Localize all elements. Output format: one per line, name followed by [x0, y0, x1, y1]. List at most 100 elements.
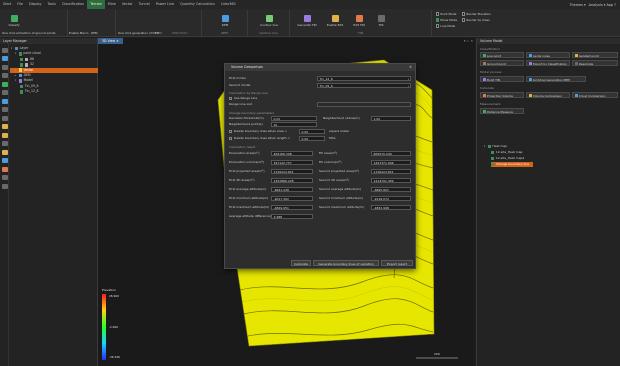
- resample-button[interactable]: Resample: [572, 60, 618, 66]
- layer-checkbox[interactable]: [20, 84, 24, 89]
- menu-display[interactable]: Display: [26, 0, 45, 9]
- export-tool-icon[interactable]: [1, 149, 8, 155]
- projection-volume-button[interactable]: Projection Volume: [480, 92, 524, 98]
- use-range-line-checkbox[interactable]: [229, 96, 233, 101]
- enable-edit-button[interactable]: Enable Edit: [324, 11, 346, 27]
- export-by-class-button[interactable]: Export by Classification: [526, 60, 570, 66]
- menu-terrain[interactable]: Terrain: [87, 0, 105, 9]
- zoom-tool-icon[interactable]: [1, 90, 8, 95]
- delete-length-checkbox[interactable]: [229, 136, 233, 141]
- change-boundary-checkbox[interactable]: [491, 162, 495, 167]
- menu-lidar360[interactable]: Lidar360: [218, 0, 239, 9]
- generate-boundary-button[interactable]: Generate boundary lines of variation: [313, 260, 379, 266]
- folder-tool-icon[interactable]: [1, 124, 8, 129]
- heat-map-item-1[interactable]: 12-site_Heat map: [491, 150, 522, 155]
- camera-tool-icon[interactable]: [1, 141, 8, 146]
- ground-point-button[interactable]: Ground point: [480, 60, 524, 66]
- first-model-select[interactable]: Tin_12_8 ▾: [317, 76, 411, 81]
- layer-checkbox[interactable]: [20, 90, 24, 94]
- enable-macro-button[interactable]: Enable Macro: [69, 31, 89, 35]
- menu-file[interactable]: File: [14, 0, 26, 9]
- delete-area-toggle[interactable]: Delete boundary lines when area <: [229, 129, 287, 134]
- dialog-title-bar[interactable]: Volume Comparison ✕: [225, 64, 415, 71]
- expand-icon[interactable]: ▾: [10, 46, 13, 51]
- help-menu[interactable]: Analysis ▾ App ?: [589, 3, 616, 7]
- delete-length-input[interactable]: 0.00: [299, 136, 325, 141]
- second-model-select[interactable]: Tin_09_6 ▾: [317, 83, 411, 88]
- distance-measure-button[interactable]: Distance Measure: [480, 108, 524, 114]
- line-mode-checkbox[interactable]: [436, 24, 440, 28]
- clip-tool-icon[interactable]: [1, 107, 8, 112]
- layer-checkbox[interactable]: [18, 52, 22, 56]
- layer-tool-icon[interactable]: [1, 132, 8, 138]
- delete-length-toggle[interactable]: Delete boundary lines when length <: [229, 136, 290, 141]
- expand-icon[interactable]: ▾: [14, 78, 17, 83]
- isolated-point-button[interactable]: Isolated point: [572, 52, 618, 58]
- 3d-viewport[interactable]: 3D View × ▾ ▭ ✕ 200 Elevation 28.960 -2.…: [98, 38, 475, 366]
- classify-button[interactable]: Classify: [3, 11, 25, 27]
- profile-tool-icon[interactable]: [1, 81, 8, 87]
- plane-mode-checkbox[interactable]: [436, 18, 440, 22]
- render-by-class-checkbox[interactable]: [462, 18, 466, 22]
- edit-tin-button[interactable]: Edit TIN: [348, 11, 370, 27]
- menu-quantity[interactable]: Quantity Calculation: [177, 0, 218, 9]
- close-icon[interactable]: ✕: [409, 64, 412, 71]
- menu-start[interactable]: Start: [0, 0, 14, 9]
- expand-icon[interactable]: ▾: [483, 144, 486, 149]
- gridding-dem-button[interactable]: Gridding Generation DEM: [526, 76, 586, 82]
- menu-power-line[interactable]: Power Line: [153, 0, 177, 9]
- heat-map-item-checkbox[interactable]: [491, 150, 495, 155]
- generate-tin-button[interactable]: Generate TIN: [296, 11, 318, 27]
- range-line-list-field[interactable]: [317, 102, 411, 107]
- point-mode-checkbox[interactable]: [436, 12, 440, 16]
- dem-button[interactable]: DEM: [91, 31, 98, 35]
- section-tool-icon[interactable]: [1, 166, 8, 172]
- settings-tool-icon[interactable]: [1, 183, 8, 189]
- deviation-input[interactable]: 0.02: [271, 116, 317, 121]
- line-mode-toggle[interactable]: Line Mode: [436, 24, 455, 28]
- tree-item-tin-12-8[interactable]: Tin_12_8: [10, 89, 98, 94]
- delete-area-input[interactable]: 0.00: [299, 129, 325, 134]
- heat-map-tree-root[interactable]: ▾ Heat map: [483, 144, 507, 149]
- heat-map-item-2[interactable]: 12-site_Heat map2: [491, 156, 524, 161]
- select-tool-icon[interactable]: [1, 47, 8, 53]
- plane-mode-toggle[interactable]: Plane Mode: [436, 18, 457, 22]
- render-by-class-toggle[interactable]: Render by Class: [462, 18, 490, 22]
- render-elevation-checkbox[interactable]: [462, 12, 466, 16]
- measure-tool-icon[interactable]: [1, 56, 8, 61]
- view-tool-icon[interactable]: [1, 115, 8, 121]
- aerial-noise-button[interactable]: Aerial noise: [526, 52, 570, 58]
- export-report-button[interactable]: Export report: [381, 260, 413, 266]
- heat-map-item-checkbox[interactable]: [491, 156, 495, 161]
- menu-classification[interactable]: Classification: [59, 0, 87, 9]
- change-boundary-line-item[interactable]: Change boundary line: [491, 162, 533, 167]
- calculate-button[interactable]: Calculate: [291, 260, 311, 266]
- point-mode-toggle[interactable]: Point Mode: [436, 12, 456, 16]
- render-elevation-toggle[interactable]: Render Elevation: [462, 12, 491, 16]
- expand-icon[interactable]: ▾: [14, 51, 17, 56]
- neighborhood-radius-input[interactable]: 1.00: [371, 116, 411, 121]
- themes-menu[interactable]: Themes ▾: [569, 3, 585, 7]
- menu-mine[interactable]: Mine: [105, 0, 119, 9]
- menu-vector[interactable]: Vector: [119, 0, 136, 9]
- one-click-ground-button[interactable]: One click extraction of ground points: [2, 31, 56, 35]
- dem2-button[interactable]: DEM: [214, 11, 236, 27]
- contour-button[interactable]: Contour line: [258, 11, 280, 27]
- delete-area-checkbox[interactable]: [229, 129, 233, 134]
- build-tin-button[interactable]: Build TIN: [480, 76, 524, 82]
- tin-button[interactable]: TIN: [370, 11, 392, 27]
- grid-tool-icon[interactable]: [1, 98, 8, 104]
- menu-tunnel[interactable]: Tunnel: [136, 0, 153, 9]
- layer-checkbox[interactable]: [20, 57, 24, 62]
- cloud-comparison-button[interactable]: Cloud Comparison: [572, 92, 618, 98]
- rotate-tool-icon[interactable]: [1, 73, 8, 78]
- heat-map-checkbox[interactable]: [487, 144, 491, 149]
- volume-comparison-button[interactable]: Volume Comparison: [526, 92, 570, 98]
- menu-tools[interactable]: Tools: [44, 0, 58, 9]
- pan-tool-icon[interactable]: [1, 64, 8, 70]
- low-point-button[interactable]: Low point: [480, 52, 524, 58]
- box-tool-icon[interactable]: [1, 175, 8, 180]
- use-range-line-toggle[interactable]: Use Range Line: [229, 96, 257, 101]
- layer-checkbox[interactable]: [20, 63, 24, 67]
- neighborhood-points-input[interactable]: 10: [271, 122, 317, 127]
